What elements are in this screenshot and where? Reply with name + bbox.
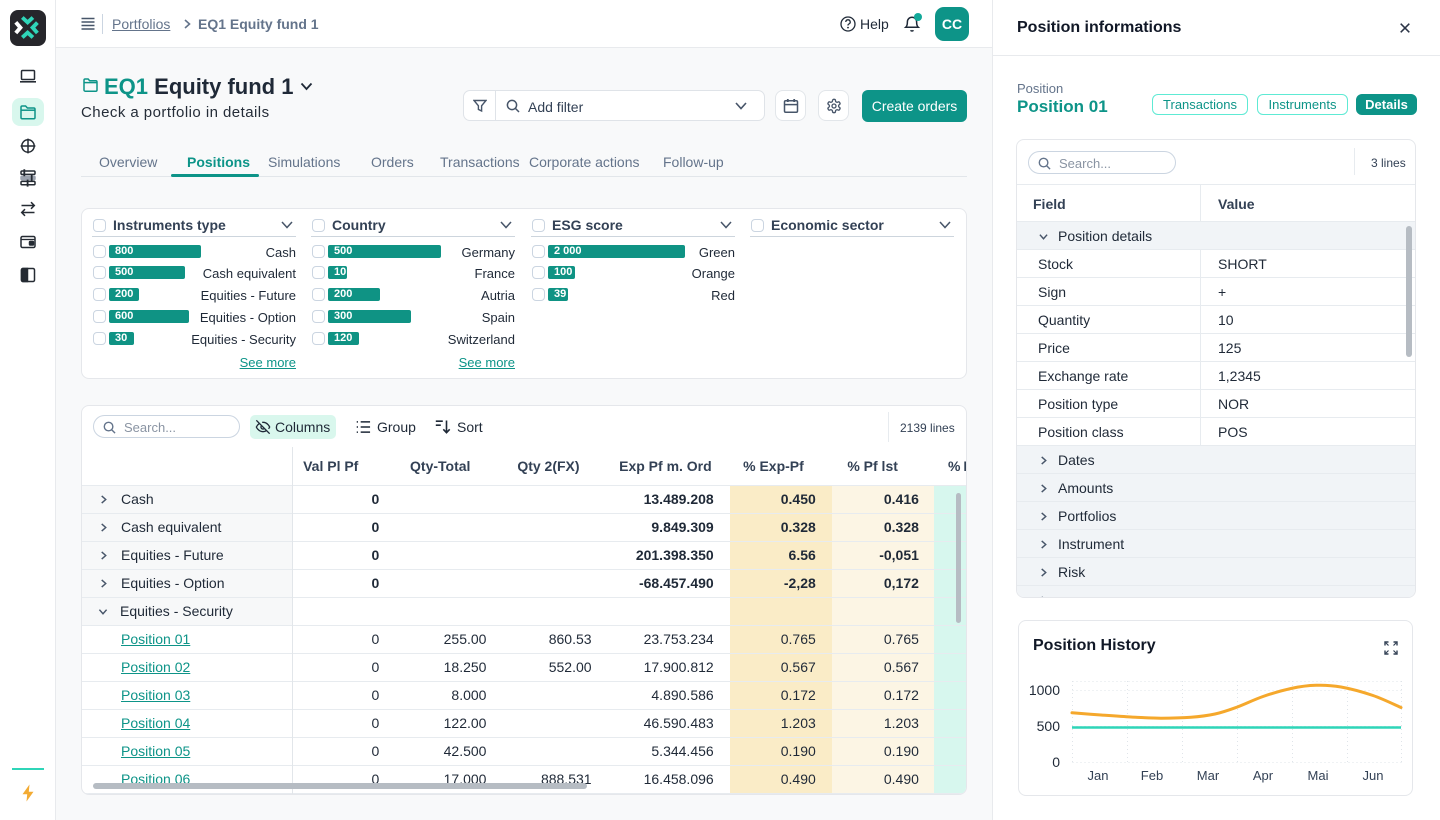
svg-text:Mar: Mar [1197, 768, 1220, 783]
svg-text:1000: 1000 [1029, 682, 1060, 698]
svg-text:Feb: Feb [1141, 768, 1163, 783]
svg-text:Jan: Jan [1088, 768, 1109, 783]
svg-text:Mai: Mai [1308, 768, 1329, 783]
svg-text:0: 0 [1052, 754, 1060, 770]
svg-text:Apr: Apr [1253, 768, 1274, 783]
svg-text:500: 500 [1037, 718, 1061, 734]
svg-text:Jun: Jun [1363, 768, 1384, 783]
